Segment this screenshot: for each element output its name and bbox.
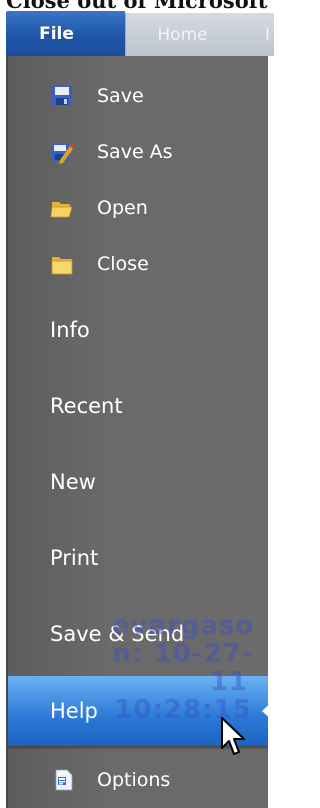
- menu-item-info-label: Info: [50, 318, 90, 342]
- menu-item-open-label: Open: [97, 197, 148, 219]
- menu-item-help-label: Help: [50, 699, 98, 723]
- save-as-pencil-icon: [52, 143, 74, 164]
- document-title: Close out of Microsoft: [0, 0, 274, 11]
- menu-item-print[interactable]: Print: [8, 522, 268, 594]
- open-folder-icon: [50, 202, 73, 218]
- options-document-icon: [55, 769, 73, 791]
- backstage-menu: Save Save As Open Close Info Recent New …: [6, 56, 274, 808]
- ribbon-tab-bar: File Home I: [0, 11, 274, 56]
- tab-file[interactable]: File: [6, 11, 125, 56]
- menu-item-new[interactable]: New: [8, 446, 268, 518]
- menu-item-save-as[interactable]: Save As: [8, 125, 268, 179]
- mouse-pointer-icon: [221, 717, 245, 755]
- menu-item-options-label: Options: [97, 769, 171, 791]
- menu-item-close-label: Close: [97, 253, 149, 275]
- tab-insert[interactable]: I: [245, 13, 274, 56]
- menu-item-new-label: New: [50, 470, 96, 494]
- menu-item-save-and-send[interactable]: Save & Send: [8, 598, 268, 670]
- backstage-view: Close out of Microsoft File Home I Save: [0, 0, 274, 808]
- menu-item-info[interactable]: Info: [8, 294, 268, 366]
- menu-item-save[interactable]: Save: [8, 69, 268, 123]
- menu-item-recent-label: Recent: [50, 394, 123, 418]
- tab-home[interactable]: Home: [125, 13, 245, 56]
- selection-pointer-notch: [262, 698, 274, 724]
- menu-item-save-label: Save: [97, 85, 144, 107]
- menu-item-save-and-send-label: Save & Send: [50, 622, 185, 646]
- menu-item-print-label: Print: [50, 546, 99, 570]
- menu-item-close[interactable]: Close: [8, 237, 268, 291]
- menu-item-recent[interactable]: Recent: [8, 370, 268, 442]
- menu-item-save-as-label: Save As: [97, 141, 173, 163]
- closed-folder-icon: [51, 257, 73, 275]
- menu-item-open[interactable]: Open: [8, 181, 268, 235]
- floppy-disk-icon: [52, 86, 72, 106]
